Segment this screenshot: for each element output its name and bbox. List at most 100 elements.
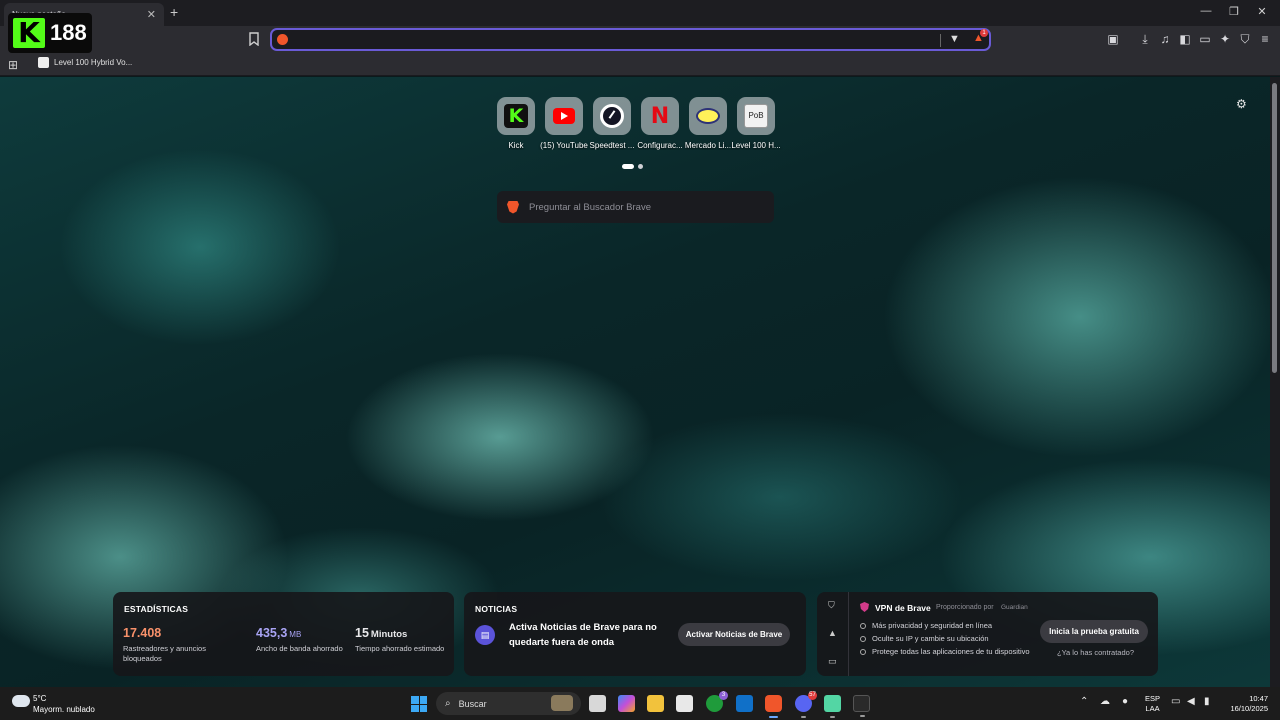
trackers-label: Rastreadores y anuncios bloqueados bbox=[123, 644, 206, 664]
news-text: Activa Noticias de Brave para no quedart… bbox=[509, 622, 657, 648]
check-icon bbox=[860, 622, 866, 629]
file-explorer-icon[interactable] bbox=[647, 695, 664, 712]
start-button[interactable] bbox=[411, 696, 427, 712]
xbox-badge: 3 bbox=[719, 691, 728, 700]
already-purchased-link[interactable]: ¿Ya lo has contratado? bbox=[1057, 648, 1134, 657]
weather-desc[interactable]: Mayorm. nublado bbox=[33, 705, 95, 714]
microsoft-store-icon[interactable] bbox=[676, 695, 693, 712]
discord-badge: 57 bbox=[808, 691, 817, 700]
tab-close-icon[interactable]: ✕ bbox=[147, 8, 156, 21]
time-value: 15 bbox=[355, 626, 369, 640]
top-site-label: Level 100 H... bbox=[731, 141, 781, 150]
weather-cloud-icon[interactable] bbox=[12, 695, 30, 707]
kick-overlay: K 188 bbox=[8, 13, 92, 53]
start-trial-button[interactable]: Inicia la prueba gratuita bbox=[1040, 620, 1148, 643]
top-site-kick[interactable]: K Kick bbox=[497, 97, 535, 150]
clock[interactable]: 10:47 16/10/2025 bbox=[1226, 694, 1268, 714]
language-line2: LAA bbox=[1145, 703, 1160, 713]
talk-widget-icon[interactable]: ▭ bbox=[828, 656, 837, 667]
tab-search-icon[interactable]: ▣ bbox=[1106, 32, 1120, 46]
bookmarks-bar: ⊞ Level 100 Hybrid Vo... bbox=[0, 54, 1280, 76]
youtube-icon bbox=[553, 108, 575, 124]
chat-app-icon[interactable] bbox=[824, 695, 841, 718]
media-icon[interactable]: ♫ bbox=[1158, 32, 1172, 46]
search-box[interactable]: Preguntar al Buscador Brave bbox=[497, 191, 774, 223]
outlook-icon[interactable] bbox=[736, 695, 753, 712]
check-icon bbox=[860, 648, 866, 655]
settings-gear-icon[interactable]: ⚙ bbox=[1236, 97, 1247, 111]
bandwidth-value: 435,3 bbox=[256, 626, 288, 640]
speedtest-icon bbox=[600, 104, 624, 128]
vpn-bullet-text: Más privacidad y seguridad en línea bbox=[872, 621, 993, 630]
microphone-icon[interactable]: ● bbox=[1122, 696, 1128, 707]
leo-ai-icon[interactable]: ✦ bbox=[1218, 32, 1232, 46]
time-unit: Minutos bbox=[370, 629, 408, 640]
top-site-mercadolibre[interactable]: Mercado Li... bbox=[685, 97, 731, 150]
stat-bandwidth: 435,3 MB Ancho de banda ahorrado bbox=[256, 626, 346, 654]
stats-card: ESTADÍSTICAS 17.408 Rastreadores y anunc… bbox=[113, 592, 454, 676]
vpn-bullet: Protege todas las aplicaciones de tu dis… bbox=[860, 647, 1030, 656]
rewards-widget-icon[interactable]: ▲ bbox=[828, 628, 837, 638]
xbox-icon[interactable]: 3 bbox=[706, 691, 728, 712]
trackers-value: 17.408 bbox=[123, 626, 162, 640]
bookmark-icon[interactable] bbox=[248, 32, 262, 47]
taskbar: 5°C Mayorm. nublado ⌕ Buscar 3 57 ⌃ ☁ ● … bbox=[0, 687, 1280, 720]
top-site-pob[interactable]: PoB Level 100 H... bbox=[731, 97, 781, 150]
taskbar-search[interactable]: ⌕ Buscar bbox=[436, 692, 581, 715]
wallet-icon[interactable]: ▭ bbox=[1198, 32, 1212, 46]
new-tab-button[interactable]: + bbox=[170, 4, 178, 20]
scrollbar-thumb[interactable] bbox=[1272, 83, 1277, 373]
pager-dot-2[interactable] bbox=[638, 164, 643, 169]
page-scrollbar[interactable] bbox=[1270, 77, 1280, 687]
volume-icon[interactable]: ◀ bbox=[1187, 696, 1195, 707]
kick-icon: K bbox=[504, 104, 528, 128]
search-placeholder: Preguntar al Buscador Brave bbox=[529, 201, 651, 213]
rewards-badge: 1 bbox=[980, 29, 988, 37]
vpn-title: VPN de Brave bbox=[875, 603, 931, 613]
top-site-youtube[interactable]: (15) YouTube bbox=[540, 97, 588, 150]
brave-browser-icon[interactable] bbox=[765, 695, 782, 718]
discord-icon[interactable]: 57 bbox=[795, 691, 817, 718]
task-view-icon[interactable] bbox=[589, 695, 606, 712]
clock-date: 16/10/2025 bbox=[1230, 704, 1268, 714]
address-bar[interactable]: ▼ ▲ 1 bbox=[270, 28, 991, 51]
copilot-icon[interactable] bbox=[618, 695, 635, 712]
vpn-widget-icon[interactable]: ⛉ bbox=[828, 600, 835, 611]
language-indicator[interactable]: ESP LAA bbox=[1145, 694, 1160, 714]
close-window-button[interactable]: ✕ bbox=[1252, 5, 1272, 18]
weather-temp[interactable]: 5°C bbox=[33, 694, 46, 703]
sidebar-icon[interactable]: ◧ bbox=[1178, 32, 1192, 46]
menu-icon[interactable]: ≡ bbox=[1258, 32, 1272, 46]
brave-shields-icon[interactable]: ▼ bbox=[949, 33, 960, 45]
bandwidth-label: Ancho de banda ahorrado bbox=[256, 644, 343, 653]
network-icon[interactable]: ▭ bbox=[1171, 696, 1180, 707]
game-app-icon[interactable] bbox=[853, 695, 870, 717]
tray-overflow-icon[interactable]: ⌃ bbox=[1080, 696, 1088, 707]
check-icon bbox=[860, 635, 866, 642]
stats-title: ESTADÍSTICAS bbox=[124, 604, 189, 614]
tab-strip: Nueva pestaña ✕ + — ❐ ✕ bbox=[0, 0, 1280, 26]
vpn-bullet: Más privacidad y seguridad en línea bbox=[860, 621, 992, 630]
vpn-bullet-text: Oculte su IP y cambie su ubicación bbox=[872, 634, 989, 643]
toolbar: ▼ ▲ 1 ▣ ⤓ ♫ ◧ ▭ ✦ ⛉ ≡ bbox=[0, 26, 1280, 54]
top-site-speedtest[interactable]: Speedtest ... bbox=[590, 97, 634, 150]
activate-news-button[interactable]: Activar Noticias de Brave bbox=[678, 623, 790, 646]
brave-lion-icon bbox=[507, 200, 519, 214]
downloads-icon[interactable]: ⤓ bbox=[1138, 32, 1152, 46]
vpn-bullet-text: Protege todas las aplicaciones de tu dis… bbox=[872, 647, 1030, 656]
top-site-netflix[interactable]: N Configurac... bbox=[637, 97, 683, 150]
language-line1: ESP bbox=[1145, 694, 1161, 703]
vpn-shield-icon bbox=[860, 602, 869, 612]
onedrive-icon[interactable]: ☁ bbox=[1100, 696, 1110, 707]
vpn-card: ⛉ ▲ ▭ VPN de Brave Proporcionado por Gua… bbox=[817, 592, 1158, 676]
vpn-icon[interactable]: ⛉ bbox=[1238, 32, 1252, 46]
bandwidth-unit: MB bbox=[289, 630, 302, 639]
minimize-button[interactable]: — bbox=[1196, 5, 1216, 17]
mercadolibre-icon bbox=[696, 108, 720, 124]
pager-dot-1[interactable] bbox=[622, 164, 634, 169]
maximize-button[interactable]: ❐ bbox=[1224, 5, 1244, 18]
news-title: NOTICIAS bbox=[475, 604, 518, 614]
apps-grid-icon[interactable]: ⊞ bbox=[8, 58, 18, 72]
battery-icon[interactable]: ▮ bbox=[1204, 696, 1210, 707]
bookmark-item[interactable]: Level 100 Hybrid Vo... bbox=[38, 57, 132, 68]
